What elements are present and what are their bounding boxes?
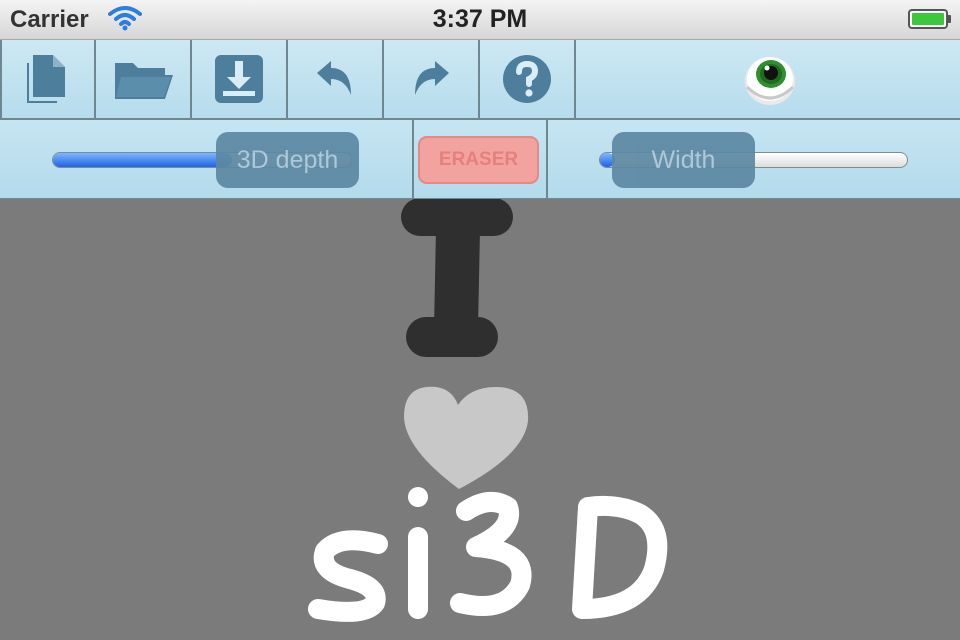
si3d-strokes	[308, 487, 668, 622]
battery-icon	[908, 9, 952, 34]
heart-shape	[404, 386, 529, 489]
redo-button[interactable]	[384, 40, 480, 118]
folder-icon	[115, 63, 173, 99]
depth-slider-thumb[interactable]: 3D depth	[216, 132, 359, 188]
toolbar	[0, 40, 960, 120]
undo-button[interactable]	[288, 40, 384, 118]
undo-icon	[317, 61, 351, 95]
eraser-button[interactable]: ERASER	[418, 136, 539, 184]
divider	[546, 120, 548, 198]
width-slider-thumb[interactable]: Width	[612, 132, 755, 188]
width-slider-label: Width	[651, 145, 716, 174]
download-icon	[215, 55, 263, 103]
eye-icon	[745, 57, 795, 105]
redo-icon	[415, 61, 449, 95]
help-button[interactable]	[480, 40, 576, 118]
depth-slider-fill	[53, 153, 232, 167]
divider	[412, 120, 414, 198]
eraser-label: ERASER	[438, 149, 519, 170]
status-bar: Carrier 3:37 PM	[0, 0, 960, 40]
new-document-button[interactable]	[0, 40, 96, 118]
documents-icon	[27, 55, 65, 103]
question-icon	[503, 55, 551, 103]
view-3d-button[interactable]	[576, 40, 960, 118]
letter-i-stroke	[401, 199, 513, 357]
clock: 3:37 PM	[432, 5, 528, 33]
depth-slider-label: 3D depth	[236, 145, 339, 174]
open-button[interactable]	[96, 40, 192, 118]
save-button[interactable]	[192, 40, 288, 118]
drawing-canvas[interactable]	[0, 199, 960, 640]
